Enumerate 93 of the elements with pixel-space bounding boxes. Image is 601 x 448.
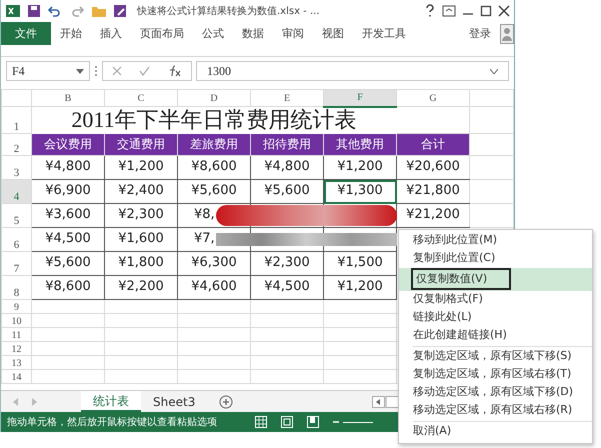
table-cell: ¥4,600	[178, 276, 250, 300]
column-heading: 招待费用	[250, 134, 324, 156]
menu-item[interactable]: 仅复制数值(V)	[399, 268, 592, 290]
column-heading: 会议费用	[32, 134, 104, 156]
spreadsheet-app-icon[interactable]	[5, 3, 21, 19]
user-avatar-icon[interactable]	[500, 24, 514, 44]
table-cell: ¥1,200	[104, 156, 178, 180]
menu-item[interactable]: 复制到此位置(C)	[399, 250, 592, 268]
table-cell: ¥1,200	[324, 156, 396, 180]
column-heading: 合计	[396, 134, 470, 156]
table-cell: ¥1,600	[104, 228, 178, 252]
table-cell: ¥6,900	[32, 180, 104, 204]
window-title: 快速将公式计算结果转换为数值.xlsx - ...	[137, 4, 321, 18]
row-header[interactable]: 8	[2, 276, 32, 300]
table-cell: ¥6,300	[178, 252, 250, 276]
menu-item[interactable]: 复制选定区域，原有区域下移(S)	[399, 348, 592, 366]
enter-check-icon[interactable]	[139, 66, 150, 76]
normal-view-icon[interactable]	[255, 416, 267, 428]
insert-function-icon[interactable]	[168, 65, 182, 77]
column-heading: 交通费用	[104, 134, 178, 156]
sheet-tab[interactable]: 统计表	[81, 391, 141, 412]
ribbon-tab[interactable]: 公式	[193, 22, 233, 45]
table-cell: ¥8,600	[178, 156, 250, 180]
menu-item[interactable]: 仅复制格式(F)	[399, 290, 592, 308]
ribbon-tab[interactable]: 开始	[51, 22, 91, 45]
sign-in-link[interactable]: 登录	[460, 22, 500, 45]
menu-item[interactable]: 移动到此位置(M)	[399, 232, 592, 250]
menu-item[interactable]: 移动选定区域，原有区域下移(D)	[399, 384, 592, 402]
dropdown-caret-icon[interactable]	[76, 68, 84, 74]
table-cell: ¥5,600	[32, 252, 104, 276]
ribbon-tab[interactable]: 审阅	[273, 22, 313, 45]
table-cell: ¥1,800	[104, 252, 178, 276]
page-layout-icon[interactable]	[281, 416, 293, 428]
save-as-icon[interactable]	[113, 4, 127, 18]
table-cell: ¥4,800	[250, 156, 324, 180]
add-sheet-icon[interactable]	[219, 394, 234, 408]
table-cell: ¥4,800	[32, 156, 104, 180]
ribbon-tab[interactable]: 文件	[1, 22, 51, 45]
row-header[interactable]: 9	[2, 300, 32, 314]
table-cell: ¥1,200	[324, 276, 396, 300]
column-heading: 其他费用	[324, 134, 396, 156]
menu-item[interactable]: 取消(A)	[399, 422, 592, 440]
ribbon-tab[interactable]: 开发工具	[353, 22, 415, 45]
row-header[interactable]: 10	[2, 314, 32, 328]
row-header[interactable]: 7	[2, 252, 32, 276]
ribbon-display-icon[interactable]	[442, 5, 456, 17]
menu-item[interactable]: 移动选定区域，原有区域右移(R)	[399, 402, 592, 420]
name-box[interactable]: F4	[6, 61, 90, 81]
row-header[interactable]: 5	[2, 204, 32, 228]
maximize-icon[interactable]	[480, 5, 492, 17]
table-cell: ¥2,400	[104, 180, 178, 204]
status-message: 拖动单元格，然后放开鼠标按键以查看粘贴选项	[7, 416, 217, 430]
ribbon-tab[interactable]: 视图	[313, 22, 353, 45]
table-cell: ¥2,200	[104, 276, 178, 300]
table-cell: ¥5,600	[250, 180, 324, 204]
save-icon[interactable]	[27, 4, 41, 18]
table-cell: ¥3,600	[32, 204, 104, 228]
column-header[interactable]: F	[324, 90, 396, 106]
table-cell: ¥5,600	[178, 180, 250, 204]
help-icon[interactable]	[424, 4, 436, 18]
menu-item[interactable]: 复制选定区域，原有区域右移(T)	[399, 366, 592, 384]
ribbon-tab[interactable]: 数据	[233, 22, 273, 45]
formula-field[interactable]: 1300	[196, 61, 509, 81]
row-header[interactable]: 14	[2, 370, 32, 384]
row-header[interactable]: 12	[2, 342, 32, 356]
sheet-tab[interactable]: Sheet3	[141, 391, 208, 412]
row-header[interactable]: 13	[2, 356, 32, 370]
table-cell: ¥2,300	[250, 252, 324, 276]
close-icon[interactable]	[498, 5, 510, 17]
ribbon-tab[interactable]: 页面布局	[131, 22, 193, 45]
page-break-icon[interactable]	[307, 416, 319, 428]
more-options-icon[interactable]	[94, 65, 98, 77]
row-header[interactable]: 1	[2, 106, 32, 134]
ribbon-tab[interactable]: 插入	[91, 22, 131, 45]
menu-item[interactable]: 在此创建超链接(H)	[399, 326, 592, 344]
row-header[interactable]: 11	[2, 328, 32, 342]
column-header[interactable]: G	[396, 90, 470, 106]
table-cell: ¥1,300	[324, 180, 396, 204]
zoom-out-icon[interactable]	[333, 420, 339, 424]
row-header[interactable]: 4	[2, 180, 32, 204]
column-heading: 差旅费用	[178, 134, 250, 156]
table-cell: ¥2,300	[104, 204, 178, 228]
table-cell: ¥4,500	[32, 228, 104, 252]
table-cell: ¥1,500	[324, 252, 396, 276]
table-cell: ¥4,500	[250, 276, 324, 300]
expand-caret-icon[interactable]	[490, 68, 498, 74]
column-header[interactable]: B	[32, 90, 104, 106]
column-header[interactable]: D	[178, 90, 250, 106]
menu-item[interactable]: 链接此处(L)	[399, 308, 592, 326]
row-header[interactable]: 6	[2, 228, 32, 252]
table-cell: ¥8,600	[32, 276, 104, 300]
column-header[interactable]: C	[104, 90, 178, 106]
column-header[interactable]: E	[250, 90, 324, 106]
